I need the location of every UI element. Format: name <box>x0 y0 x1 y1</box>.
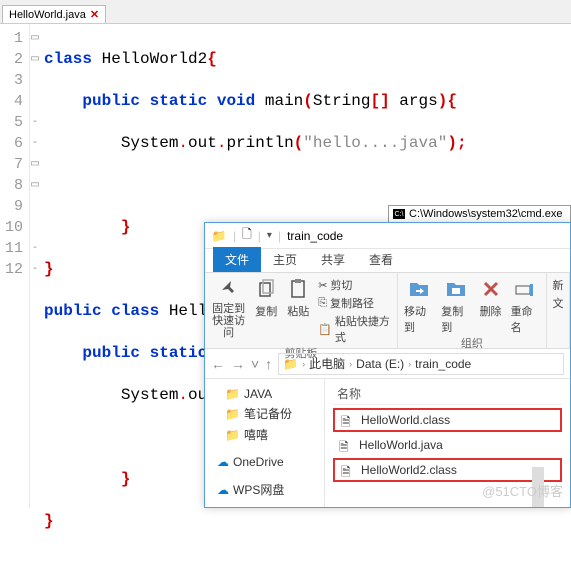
file-icon: 🗎 <box>339 438 353 452</box>
file-item[interactable]: 🗎HelloWorld.class <box>333 408 562 432</box>
cmd-path: C:\Windows\system32\cmd.exe <box>409 208 562 220</box>
file-tab[interactable]: HelloWorld.java ✕ <box>2 5 106 23</box>
tab-label: HelloWorld.java <box>9 9 86 21</box>
delete-button[interactable]: 删除 <box>479 277 503 319</box>
organize-group: 移动到 复制到 删除 重命名 组织 <box>398 273 547 348</box>
close-icon[interactable]: ✕ <box>90 8 99 21</box>
cmd-icon: C:\ <box>393 209 405 219</box>
tree-item[interactable]: 📁JAVA <box>205 385 324 403</box>
breadcrumb[interactable]: 📁 › 此电脑 › Data (E:) › train_code <box>278 353 564 375</box>
scissors-icon: ✂ <box>318 279 327 292</box>
up-button[interactable]: ↑ <box>265 356 272 372</box>
tab-bar: HelloWorld.java ✕ <box>0 0 571 24</box>
rename-button[interactable]: 重命名 <box>511 277 540 335</box>
tree-item-onedrive[interactable]: ☁OneDrive <box>205 453 324 471</box>
line-gutter: 1 2 3 4 5 6 7 8 9 10 11 12 <box>0 24 30 508</box>
fold-column: ▭ ▭ - - ▭ ▭ - - <box>30 24 40 508</box>
tree-item[interactable]: 📁笔记备份 <box>205 403 324 424</box>
shortcut-icon: 📋 <box>318 323 332 336</box>
column-header-name[interactable]: 名称 <box>333 383 562 405</box>
history-chevron-icon[interactable]: ˅ <box>251 356 259 372</box>
paste-button[interactable]: 粘贴 <box>286 277 310 319</box>
copy-button[interactable]: 复制 <box>254 277 278 319</box>
window-title: train_code <box>287 229 343 243</box>
copyto-button[interactable]: 复制到 <box>441 277 470 335</box>
nav-tree: 📁JAVA 📁笔记备份 📁嘻嘻 ☁OneDrive ☁WPS网盘 <box>205 379 325 507</box>
path-icon: ⎘ <box>318 297 327 310</box>
file-icon: 🗎 <box>341 413 355 427</box>
qa-toolbar-icon[interactable]: 🗋 <box>242 225 252 246</box>
tree-item[interactable]: 📁嘻嘻 <box>205 424 324 445</box>
file-item[interactable]: 🗎HelloWorld.java <box>333 435 562 455</box>
chevron-down-icon[interactable]: ▾ <box>267 230 272 241</box>
file-icon: 🗎 <box>341 463 355 477</box>
copy-path-button[interactable]: ⎘复制路径 <box>318 295 391 311</box>
cloud-icon: ☁ <box>217 483 229 497</box>
tree-item-wps[interactable]: ☁WPS网盘 <box>205 479 324 500</box>
pin-button[interactable]: 固定到快速访问 <box>211 277 246 339</box>
new-button[interactable]: 新 文 <box>552 277 563 311</box>
forward-button[interactable]: → <box>231 356 245 372</box>
address-bar: ← → ˅ ↑ 📁 › 此电脑 › Data (E:) › train_code <box>205 349 570 379</box>
paste-shortcut-button[interactable]: 📋粘贴快捷方式 <box>318 313 391 345</box>
watermark: @51CTO博客 <box>482 481 563 500</box>
file-item[interactable]: 🗎HelloWorld2.class <box>333 458 562 482</box>
folder-icon: 📁 <box>225 428 240 442</box>
cmd-window-title[interactable]: C:\ C:\Windows\system32\cmd.exe <box>388 205 571 223</box>
explorer-titlebar[interactable]: 📁 | 🗋 | ▾ | train_code <box>205 223 570 249</box>
ribbon-tabs: 文件 主页 共享 查看 <box>205 249 570 273</box>
clipboard-group: 固定到快速访问 复制 粘贴 ✂剪切 ⎘复制路径 📋粘贴快捷方式 剪贴板 <box>205 273 398 348</box>
cut-button[interactable]: ✂剪切 <box>318 277 391 293</box>
folder-icon: 📁 <box>211 228 227 244</box>
tab-file[interactable]: 文件 <box>213 247 261 272</box>
cloud-icon: ☁ <box>217 455 229 469</box>
folder-icon: 📁 <box>283 357 298 371</box>
back-button[interactable]: ← <box>211 356 225 372</box>
clipboard-mini: ✂剪切 ⎘复制路径 📋粘贴快捷方式 <box>318 277 391 345</box>
folder-icon: 📁 <box>225 407 240 421</box>
folder-icon: 📁 <box>225 387 240 401</box>
moveto-button[interactable]: 移动到 <box>404 277 433 335</box>
tab-home[interactable]: 主页 <box>261 247 309 272</box>
ribbon: 固定到快速访问 复制 粘贴 ✂剪切 ⎘复制路径 📋粘贴快捷方式 剪贴板 <box>205 273 570 349</box>
new-group: 新 文 <box>547 273 570 348</box>
tab-share[interactable]: 共享 <box>309 247 357 272</box>
tab-view[interactable]: 查看 <box>357 247 405 272</box>
file-explorer-window: 📁 | 🗋 | ▾ | train_code 文件 主页 共享 查看 固定到快速… <box>204 222 571 508</box>
